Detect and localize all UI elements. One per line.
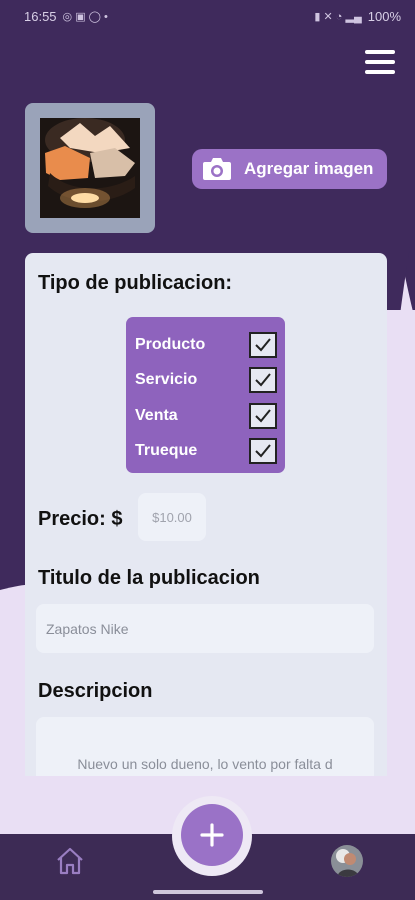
status-time: 16:55 — [24, 8, 57, 24]
image-preview-frame[interactable] — [25, 103, 155, 233]
type-option-venta[interactable]: Venta — [135, 398, 277, 434]
type-option-producto[interactable]: Producto — [135, 327, 277, 363]
battery-level: 100% — [367, 8, 401, 24]
menu-line — [365, 70, 395, 74]
type-label: Producto — [135, 335, 206, 353]
type-options: Producto Servicio Venta Trueque — [126, 317, 285, 473]
checkbox-servicio[interactable] — [249, 367, 277, 394]
checkmark-icon — [255, 409, 271, 423]
status-right: ▮ ✕ ◔ ▂▄ 100% — [314, 9, 401, 24]
notification-icons: ◎ ▣ ◯ • — [62, 10, 108, 23]
type-option-trueque[interactable]: Trueque — [135, 434, 277, 470]
checkmark-icon — [255, 338, 271, 352]
status-bar: 16:55 ◎ ▣ ◯ • ▮ ✕ ◔ ▂▄ 100% — [0, 0, 415, 32]
type-section-title: Tipo de publicacion: — [38, 272, 233, 294]
type-label: Venta — [135, 406, 178, 424]
menu-line — [365, 50, 395, 54]
add-image-label: Agregar imagen — [244, 159, 374, 178]
profile-picture — [331, 845, 363, 877]
price-input[interactable]: $10.00 — [138, 493, 206, 541]
publication-form: Tipo de publicacion: Producto Servicio V… — [25, 253, 387, 776]
description-section-label: Descripcion — [38, 680, 153, 702]
hamburger-menu-icon[interactable] — [365, 50, 395, 74]
gesture-bar — [153, 890, 263, 894]
description-input[interactable]: Nuevo un solo dueno, lo vento por falta … — [36, 717, 374, 776]
signal-icons: ▮ ✕ ◔ ▂▄ — [314, 10, 362, 23]
add-publication-button[interactable] — [181, 804, 243, 866]
checkbox-trueque[interactable] — [249, 438, 277, 465]
add-image-button[interactable]: Agregar imagen — [192, 149, 387, 189]
plus-icon — [200, 823, 224, 847]
checkbox-producto[interactable] — [249, 331, 277, 358]
checkbox-venta[interactable] — [249, 402, 277, 429]
checkmark-icon — [255, 444, 271, 458]
type-label: Trueque — [135, 442, 198, 460]
type-label: Servicio — [135, 371, 198, 389]
title-input[interactable]: Zapatos Nike — [36, 604, 374, 653]
product-image — [40, 118, 140, 218]
status-left: 16:55 ◎ ▣ ◯ • — [24, 9, 108, 24]
price-label: Precio: $ — [38, 508, 123, 530]
type-option-servicio[interactable]: Servicio — [135, 363, 277, 399]
home-icon[interactable] — [55, 846, 85, 876]
camera-icon — [203, 158, 231, 180]
checkmark-icon — [255, 373, 271, 387]
menu-line — [365, 60, 395, 64]
title-section-label: Titulo de la publicacion — [38, 567, 260, 589]
avatar[interactable] — [331, 845, 363, 877]
